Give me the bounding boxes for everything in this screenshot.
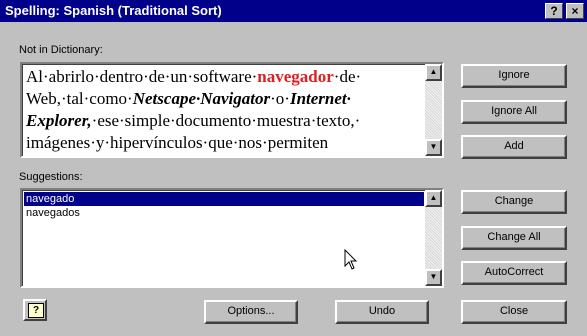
help-icon: ? [28, 303, 44, 318]
close-title-button[interactable]: × [566, 3, 584, 19]
text-line-3: Explorer,·ese·simple·documento·muestra·t… [26, 111, 361, 130]
not-in-dictionary-label: Not in Dictionary: [19, 44, 103, 56]
close-button[interactable]: Close [461, 300, 567, 324]
window-title: Spelling: Spanish (Traditional Sort) [5, 3, 222, 18]
options-button[interactable]: Options... [204, 300, 298, 324]
change-button[interactable]: Change [461, 190, 567, 214]
up-arrow-icon[interactable]: ▲ [425, 190, 442, 207]
suggestions-scrollbar[interactable]: ▲ ▼ [425, 190, 442, 286]
mouse-pointer-icon [344, 249, 358, 270]
text-line-2: Web,·tal·como·Netscape·Navigator·o·Inter… [26, 89, 351, 108]
undo-button[interactable]: Undo [335, 300, 429, 324]
text-line-1: Al·abrirlo·dentro·de·un·software·navegad… [26, 67, 362, 86]
help-title-button[interactable]: ? [545, 3, 563, 19]
list-item[interactable]: navegados [24, 206, 424, 220]
down-arrow-icon[interactable]: ▼ [425, 139, 442, 156]
ignore-all-button[interactable]: Ignore All [461, 100, 567, 124]
misspelled-word: navegador [257, 67, 334, 86]
not-in-dictionary-textbox[interactable]: Al·abrirlo·dentro·de·un·software·navegad… [20, 62, 444, 158]
list-item[interactable]: navegado [24, 192, 424, 206]
help-button[interactable]: ? [23, 299, 47, 321]
text-line-4: imágenes·y·hipervínculos·que·nos·permite… [26, 133, 329, 152]
down-arrow-icon[interactable]: ▼ [425, 269, 442, 286]
up-arrow-icon[interactable]: ▲ [425, 64, 442, 81]
suggestions-label: Suggestions: [19, 171, 83, 183]
change-all-button[interactable]: Change All [461, 226, 567, 250]
suggestions-list[interactable]: navegado navegados ▲ ▼ [20, 188, 444, 288]
add-button[interactable]: Add [461, 135, 567, 159]
ignore-button[interactable]: Ignore [461, 64, 567, 88]
text-scrollbar[interactable]: ▲ ▼ [425, 64, 442, 156]
autocorrect-button[interactable]: AutoCorrect [461, 261, 567, 285]
title-bar: Spelling: Spanish (Traditional Sort) ? × [0, 0, 587, 22]
